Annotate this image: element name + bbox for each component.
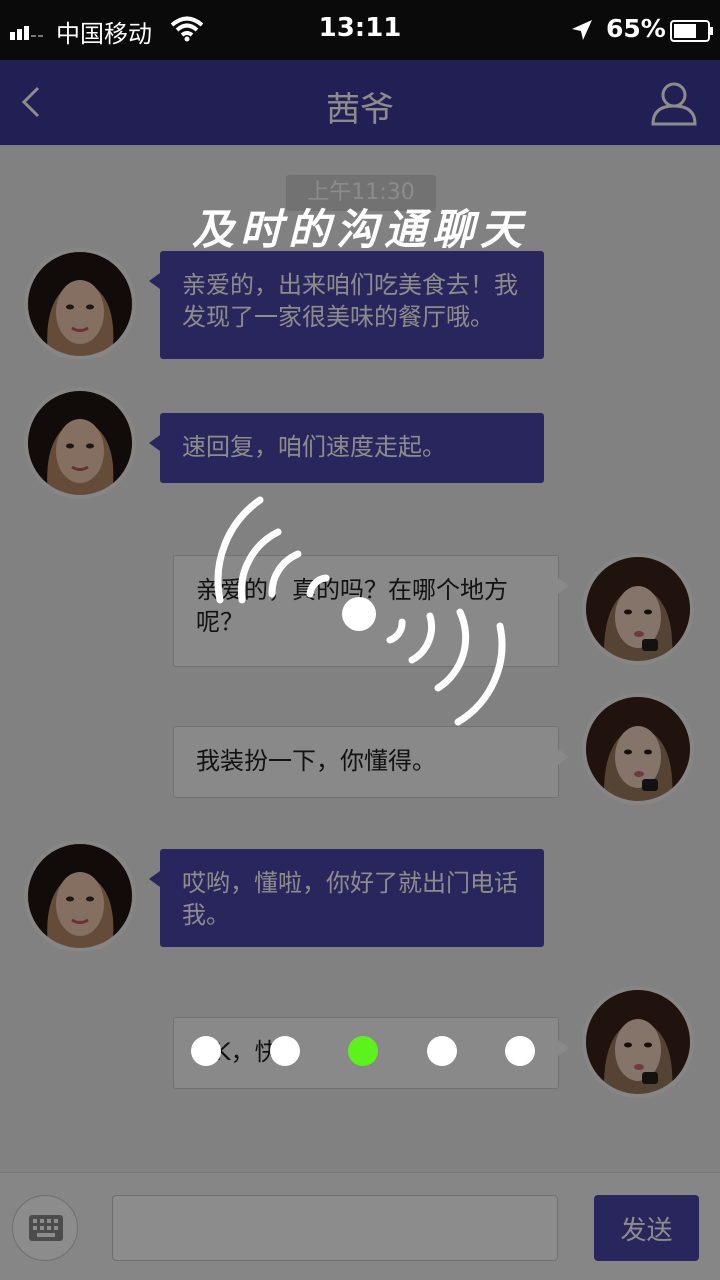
page-dot-active[interactable] [348,1036,378,1066]
onboarding-headline: 及时的沟通聊天 [191,205,528,254]
page-dot[interactable] [270,1036,300,1066]
battery-icon [670,20,713,42]
location-arrow-icon [572,20,592,40]
page-dot[interactable] [427,1036,457,1066]
status-bar: 中国移动 13:11 65% [0,0,720,60]
battery-percent: 65% [606,14,666,43]
page-indicator [0,1030,720,1074]
chat-signal-illustration-icon [214,496,506,726]
page-dot[interactable] [505,1036,535,1066]
page-dot[interactable] [191,1036,221,1066]
